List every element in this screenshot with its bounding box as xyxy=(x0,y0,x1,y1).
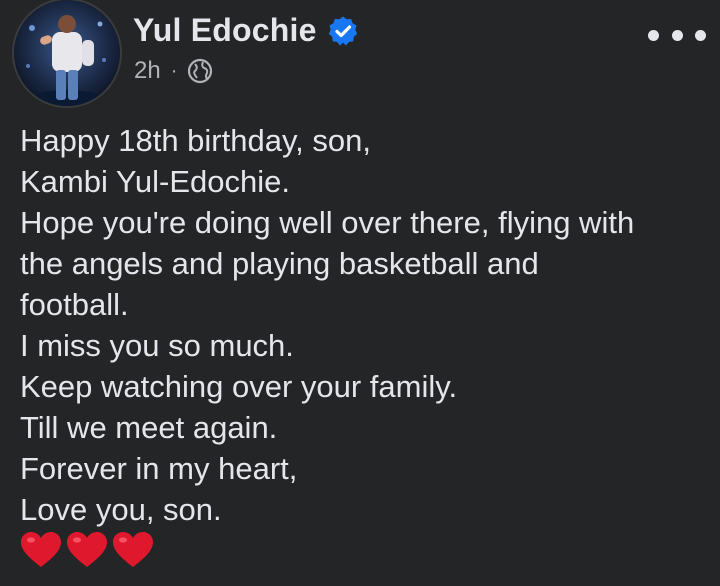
post-line: Kambi Yul-Edochie. xyxy=(20,164,290,199)
meta-separator: · xyxy=(170,59,178,82)
more-dot xyxy=(648,29,659,41)
post-meta: 2h · xyxy=(134,57,213,85)
facebook-post: Yul Edochie 2h · Happy 18th birthday, so… xyxy=(0,0,720,586)
post-line: Keep watching over your family. xyxy=(20,369,458,404)
more-dot xyxy=(695,29,706,41)
post-line: Forever in my heart, xyxy=(20,451,298,486)
red-heart-icon xyxy=(67,532,107,567)
avatar-photo xyxy=(14,0,120,106)
more-dot xyxy=(671,29,683,41)
post-body: Happy 18th birthday, son, Kambi Yul-Edoc… xyxy=(20,120,710,530)
author-row: Yul Edochie xyxy=(133,12,359,49)
heart-emoji-row xyxy=(20,531,154,569)
post-line: I miss you so much. xyxy=(20,328,294,363)
verified-badge-icon xyxy=(328,16,357,45)
more-options-button[interactable] xyxy=(648,20,706,50)
post-line: football. xyxy=(20,287,129,322)
post-timestamp[interactable]: 2h xyxy=(134,57,161,85)
post-line: Hope you're doing well over there, flyin… xyxy=(20,205,635,240)
post-line: Till we meet again. xyxy=(20,410,278,445)
globe-icon xyxy=(188,58,213,84)
avatar[interactable] xyxy=(14,0,120,106)
post-line: Happy 18th birthday, son, xyxy=(20,123,371,158)
red-heart-icon xyxy=(113,532,153,567)
author-name[interactable]: Yul Edochie xyxy=(133,12,317,49)
red-heart-icon xyxy=(21,532,61,567)
post-line: the angels and playing basketball and xyxy=(20,246,539,281)
post-line: Love you, son. xyxy=(20,492,222,527)
